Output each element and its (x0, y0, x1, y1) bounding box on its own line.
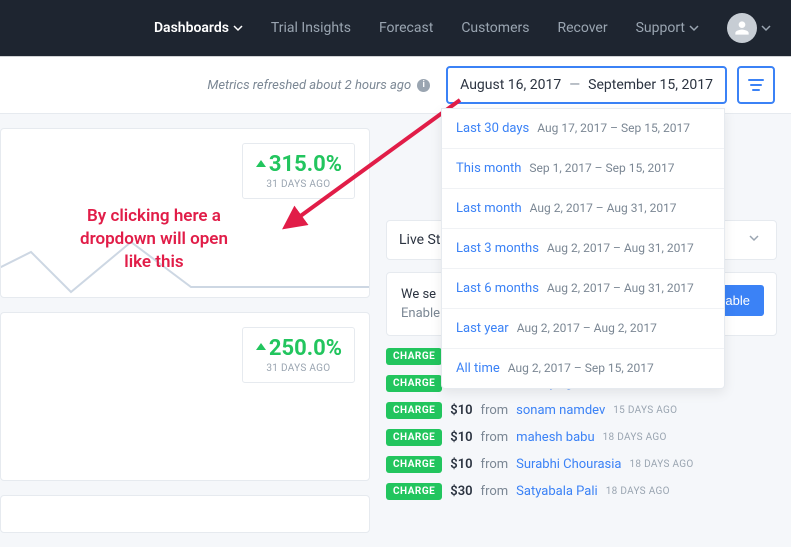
option-label: Last 3 months (456, 241, 539, 256)
time-ago: 15 DAYS AGO (613, 405, 677, 416)
chevron-down-icon[interactable] (744, 228, 764, 252)
charge-tag: CHARGE (386, 348, 442, 365)
customer-link[interactable]: mahesh babu (516, 430, 594, 445)
date-range-option[interactable]: All time Aug 2, 2017 – Sep 15, 2017 (442, 349, 724, 388)
avatar-icon (727, 13, 757, 43)
option-label: All time (456, 361, 500, 376)
date-range-dropdown: Last 30 days Aug 17, 2017 – Sep 15, 2017 T… (441, 108, 725, 389)
chevron-down-icon (689, 23, 699, 33)
nav-item-recover[interactable]: Recover (557, 20, 607, 36)
chevron-down-icon (233, 23, 243, 33)
info-icon[interactable]: i (417, 79, 430, 92)
date-range-option[interactable]: Last year Aug 2, 2017 – Aug 2, 2017 (442, 309, 724, 349)
option-range: Aug 2, 2017 – Aug 31, 2017 (547, 281, 694, 295)
nav-item-support[interactable]: Support (636, 20, 699, 36)
metric-card: 250.0% 31 DAYS AGO (0, 312, 370, 482)
option-range: Aug 17, 2017 – Sep 15, 2017 (537, 121, 690, 135)
time-ago: 18 DAYS AGO (603, 432, 667, 443)
date-from: August 16, 2017 (460, 77, 561, 93)
live-stream-label: Live St (399, 232, 440, 248)
date-range-picker[interactable]: August 16, 2017 — September 15, 2017 (446, 66, 727, 104)
feed-row: CHARGE $30 from Satyabala Pali 18 DAYS AGO (386, 483, 777, 500)
nav-item-forecast[interactable]: Forecast (379, 20, 433, 36)
avatar-menu[interactable] (727, 13, 771, 43)
filter-icon (747, 76, 765, 94)
refresh-status: Metrics refreshed about 2 hours ago i (207, 78, 430, 93)
date-range-option[interactable]: Last 3 months Aug 2, 2017 – Aug 31, 2017 (442, 229, 724, 269)
divider (0, 56, 791, 57)
chevron-down-icon (761, 23, 771, 33)
feed-row: CHARGE $10 from sonam namdev 15 DAYS AGO (386, 402, 777, 419)
option-range: Sep 1, 2017 – Sep 15, 2017 (529, 161, 674, 175)
customer-link[interactable]: Satyabala Pali (516, 484, 598, 499)
option-label: Last year (456, 321, 509, 336)
charge-tag: CHARGE (386, 402, 442, 419)
time-ago: 18 DAYS AGO (630, 459, 694, 470)
arrow-up-icon (255, 342, 267, 354)
from-label: from (481, 484, 509, 499)
from-label: from (481, 430, 509, 445)
option-range: Aug 2, 2017 – Aug 31, 2017 (547, 241, 694, 255)
date-range-option[interactable]: Last 30 days Aug 17, 2017 – Sep 15, 2017 (442, 109, 724, 149)
filter-button[interactable] (737, 66, 775, 104)
charge-tag: CHARGE (386, 483, 442, 500)
date-range-option[interactable]: This month Sep 1, 2017 – Sep 15, 2017 (442, 149, 724, 189)
amount: $10 (450, 430, 472, 445)
charge-tag: CHARGE (386, 456, 442, 473)
charge-tag: CHARGE (386, 429, 442, 446)
option-range: Aug 2, 2017 – Aug 31, 2017 (530, 201, 677, 215)
stat-badge: 315.0% 31 DAYS AGO (242, 143, 355, 199)
amount: $10 (450, 457, 472, 472)
from-label: from (481, 403, 509, 418)
amount: $30 (450, 484, 472, 499)
feed-row: CHARGE $10 from mahesh babu 18 DAYS AGO (386, 429, 777, 446)
annotation-text: By clicking here a dropdown will open li… (80, 205, 228, 274)
customer-link[interactable]: sonam namdev (516, 403, 605, 418)
option-range: Aug 2, 2017 – Aug 2, 2017 (517, 321, 657, 335)
option-label: Last 30 days (456, 121, 529, 136)
time-ago: 18 DAYS AGO (606, 486, 670, 497)
stat-badge: 250.0% 31 DAYS AGO (242, 327, 355, 383)
option-label: Last 6 months (456, 281, 539, 296)
nav-item-dashboards[interactable]: Dashboards (154, 20, 243, 36)
date-range-option[interactable]: Last 6 months Aug 2, 2017 – Aug 31, 2017 (442, 269, 724, 309)
sub-bar: Metrics refreshed about 2 hours ago i Au… (0, 57, 791, 114)
dash: — (569, 77, 580, 93)
option-range: Aug 2, 2017 – Sep 15, 2017 (508, 361, 654, 375)
customer-link[interactable]: Surabhi Chourasia (516, 457, 621, 472)
feed-row: CHARGE $10 from Surabhi Chourasia 18 DAYS AG… (386, 456, 777, 473)
option-label: This month (456, 161, 521, 176)
arrow-up-icon (255, 159, 267, 171)
top-nav: Dashboards Trial Insights Forecast Customer… (0, 0, 791, 56)
date-to: September 15, 2017 (588, 77, 713, 93)
from-label: from (481, 457, 509, 472)
metric-card (0, 495, 370, 533)
option-label: Last month (456, 201, 522, 216)
nav-item-trial-insights[interactable]: Trial Insights (271, 20, 351, 36)
amount: $10 (450, 403, 472, 418)
charge-tag: CHARGE (386, 375, 442, 392)
date-range-option[interactable]: Last month Aug 2, 2017 – Aug 31, 2017 (442, 189, 724, 229)
nav-item-customers[interactable]: Customers (461, 20, 529, 36)
